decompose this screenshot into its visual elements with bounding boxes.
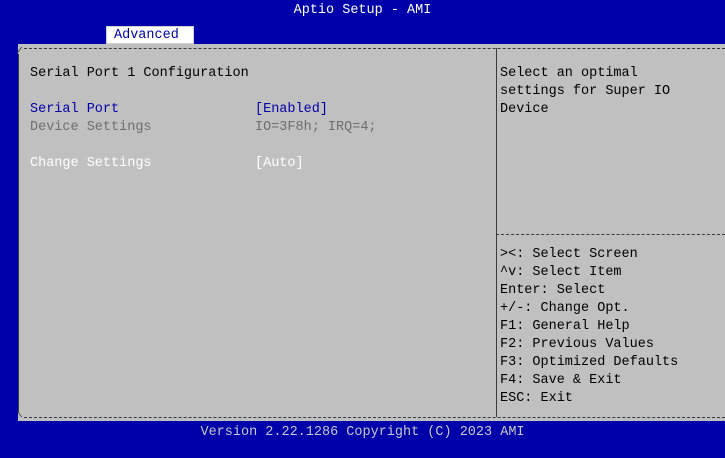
left-border <box>18 54 19 412</box>
bottom-left-corner <box>16 411 31 417</box>
key-select-screen: ><: Select Screen <box>500 247 638 262</box>
tab-advanced[interactable]: Advanced <box>106 26 194 44</box>
help-line-2: settings for Super IO <box>500 84 671 99</box>
change-settings-label[interactable]: Change Settings <box>30 155 152 173</box>
top-border <box>24 48 725 49</box>
version-footer: Version 2.22.1286 Copyright (C) 2023 AMI <box>200 425 525 440</box>
key-change-opt: +/-: Change Opt. <box>500 301 630 316</box>
serial-port-value[interactable]: [Enabled] <box>255 101 328 119</box>
help-line-1: Select an optimal <box>500 66 638 81</box>
change-settings-value[interactable]: [Auto] <box>255 155 304 173</box>
page-heading: Serial Port 1 Configuration <box>30 66 249 81</box>
key-save-exit: F4: Save & Exit <box>500 373 622 388</box>
device-settings-value: IO=3F8h; IRQ=4; <box>255 120 377 135</box>
top-left-corner <box>16 47 31 53</box>
key-general-help: F1: General Help <box>500 319 630 334</box>
column-divider <box>496 48 497 417</box>
help-line-3: Device <box>500 102 549 117</box>
serial-port-label[interactable]: Serial Port <box>30 101 119 119</box>
bottom-border <box>24 417 725 418</box>
window-title: Aptio Setup - AMI <box>293 3 432 18</box>
key-previous-values: F2: Previous Values <box>500 337 654 352</box>
key-optimized-defaults: F3: Optimized Defaults <box>500 355 679 370</box>
key-esc-exit: ESC: Exit <box>500 391 573 406</box>
key-select-item: ^v: Select Item <box>500 265 622 280</box>
help-divider <box>496 234 725 235</box>
key-enter-select: Enter: Select <box>500 283 606 298</box>
device-settings-label: Device Settings <box>30 120 152 135</box>
main-panel: Serial Port 1 Configuration Serial Port … <box>16 44 725 421</box>
